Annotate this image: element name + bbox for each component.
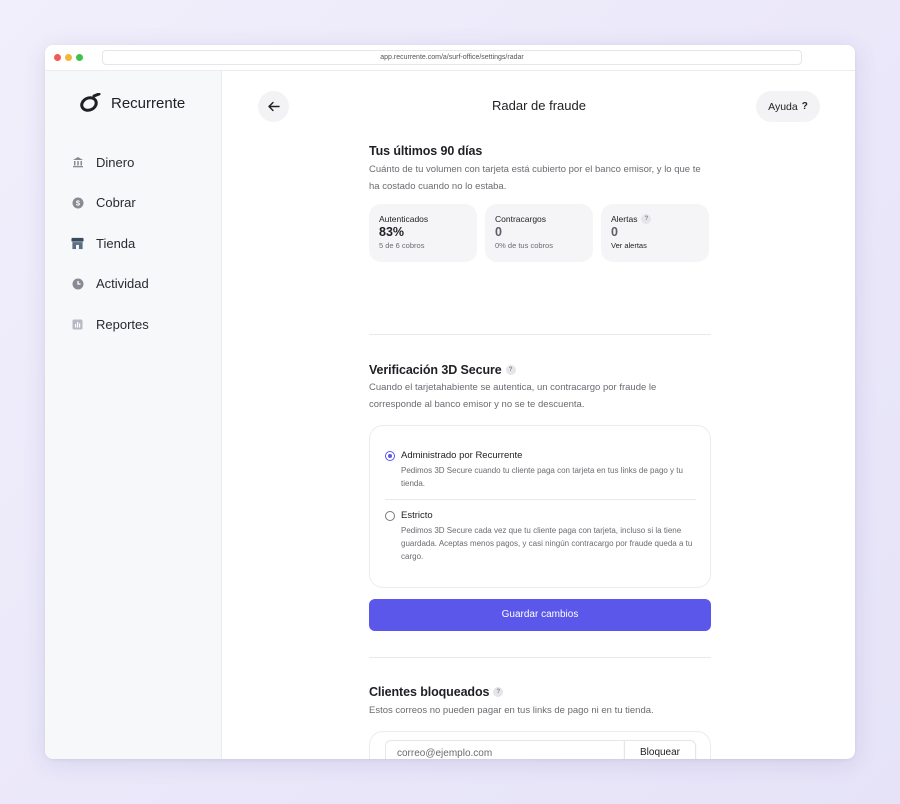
option-divider bbox=[385, 499, 696, 500]
stat-label: Contracargos bbox=[495, 214, 547, 224]
sidebar-item-reportes[interactable]: Reportes bbox=[71, 314, 149, 334]
secure3d-title-row: Verificación 3D Secure ? bbox=[369, 363, 516, 377]
blocked-title: Clientes bloqueados bbox=[369, 685, 490, 699]
secure3d-options-card: Administrado por Recurrente Pedimos 3D S… bbox=[369, 425, 711, 588]
address-bar[interactable]: app.recurrente.com/a/surf-office/setting… bbox=[102, 50, 802, 65]
secure3d-description: Cuando el tarjetahabiente se autentica, … bbox=[369, 382, 657, 410]
sidebar-item-cobrar[interactable]: $ Cobrar bbox=[71, 193, 149, 213]
save-changes-button[interactable]: Guardar cambios bbox=[369, 599, 711, 631]
brand-logo[interactable]: Recurrente bbox=[79, 93, 185, 113]
report-icon bbox=[71, 318, 84, 331]
summary-description: Cuánto de tu volumen con tarjeta está cu… bbox=[369, 164, 701, 192]
sidebar-item-label: Tienda bbox=[96, 235, 136, 251]
block-email-card: Bloquear bbox=[369, 731, 711, 759]
sidebar-item-label: Reportes bbox=[96, 316, 149, 332]
info-icon[interactable]: ? bbox=[505, 365, 516, 375]
store-icon bbox=[71, 237, 84, 250]
option-estricto[interactable]: Estricto Pedimos 3D Secure cada vez que … bbox=[385, 510, 697, 563]
stat-card-alertas: Alertas ? 0 Ver alertas bbox=[601, 204, 709, 262]
brand-name: Recurrente bbox=[111, 94, 186, 112]
stat-value: 0 bbox=[611, 225, 618, 239]
stat-card-contracargos: Contracargos 0 0% de tus cobros bbox=[485, 204, 593, 262]
sidebar-item-label: Cobrar bbox=[96, 195, 136, 210]
browser-titlebar: app.recurrente.com/a/surf-office/setting… bbox=[45, 45, 855, 71]
bank-icon bbox=[71, 156, 84, 169]
window-controls bbox=[54, 54, 83, 61]
sidebar-nav: Dinero $ Cobrar Tienda Actividad Reporte… bbox=[71, 152, 149, 355]
summary-title: Tus últimos 90 días bbox=[369, 144, 483, 158]
secure3d-title: Verificación 3D Secure bbox=[369, 363, 502, 377]
stat-value: 83% bbox=[379, 225, 405, 239]
stat-label-row: Alertas ? bbox=[611, 214, 699, 224]
option-head[interactable]: Estricto bbox=[385, 510, 697, 521]
question-icon: ? bbox=[801, 101, 808, 112]
main-content: Radar de fraude Ayuda ? Tus últimos 90 d… bbox=[223, 71, 855, 759]
radio-button[interactable] bbox=[385, 510, 395, 521]
option-administrado[interactable]: Administrado por Recurrente Pedimos 3D S… bbox=[385, 450, 697, 490]
block-button[interactable]: Bloquear bbox=[624, 740, 696, 759]
help-button[interactable]: Ayuda ? bbox=[756, 91, 820, 122]
stat-card-autenticados: Autenticados 83% 5 de 6 cobros bbox=[369, 204, 477, 262]
app-window: app.recurrente.com/a/surf-office/setting… bbox=[45, 45, 855, 759]
sidebar-item-actividad[interactable]: Actividad bbox=[71, 274, 149, 294]
help-label: Ayuda bbox=[768, 100, 798, 113]
minimize-window-button[interactable] bbox=[65, 54, 72, 61]
dollar-icon: $ bbox=[71, 196, 84, 209]
option-label: Administrado por Recurrente bbox=[401, 450, 523, 461]
clock-icon bbox=[71, 277, 84, 290]
stat-label: Alertas bbox=[611, 214, 638, 224]
radio-button-checked[interactable] bbox=[385, 450, 395, 461]
option-description: Pedimos 3D Secure cuando tu cliente paga… bbox=[401, 466, 683, 488]
block-email-input[interactable] bbox=[385, 740, 625, 759]
blocked-description: Estos correos no pueden pagar en tus lin… bbox=[369, 705, 654, 716]
sidebar: Recurrente Dinero $ Cobrar Tienda Activi… bbox=[45, 71, 222, 759]
info-icon[interactable]: ? bbox=[641, 214, 652, 224]
section-divider bbox=[369, 334, 711, 335]
option-description: Pedimos 3D Secure cada vez que tu client… bbox=[401, 526, 693, 561]
stat-sub: 0% de tus cobros bbox=[495, 241, 553, 250]
stat-value: 0 bbox=[495, 225, 502, 239]
view-alerts-link[interactable]: Ver alertas bbox=[611, 241, 699, 250]
sidebar-item-label: Dinero bbox=[96, 154, 135, 170]
stat-sub: 5 de 6 cobros bbox=[379, 241, 425, 250]
section-divider bbox=[369, 657, 711, 658]
sidebar-item-tienda[interactable]: Tienda bbox=[71, 233, 149, 253]
stats-row: Autenticados 83% 5 de 6 cobros Contracar… bbox=[369, 204, 709, 262]
recurrente-logo-icon bbox=[80, 93, 101, 112]
info-icon[interactable]: ? bbox=[493, 687, 504, 697]
sidebar-item-dinero[interactable]: Dinero bbox=[71, 152, 149, 172]
option-label: Estricto bbox=[401, 510, 433, 521]
stat-label: Autenticados bbox=[379, 214, 429, 224]
maximize-window-button[interactable] bbox=[76, 54, 83, 61]
blocked-title-row: Clientes bloqueados ? bbox=[369, 685, 504, 699]
option-head[interactable]: Administrado por Recurrente bbox=[385, 450, 697, 461]
sidebar-item-label: Actividad bbox=[96, 276, 149, 291]
close-window-button[interactable] bbox=[54, 54, 61, 61]
